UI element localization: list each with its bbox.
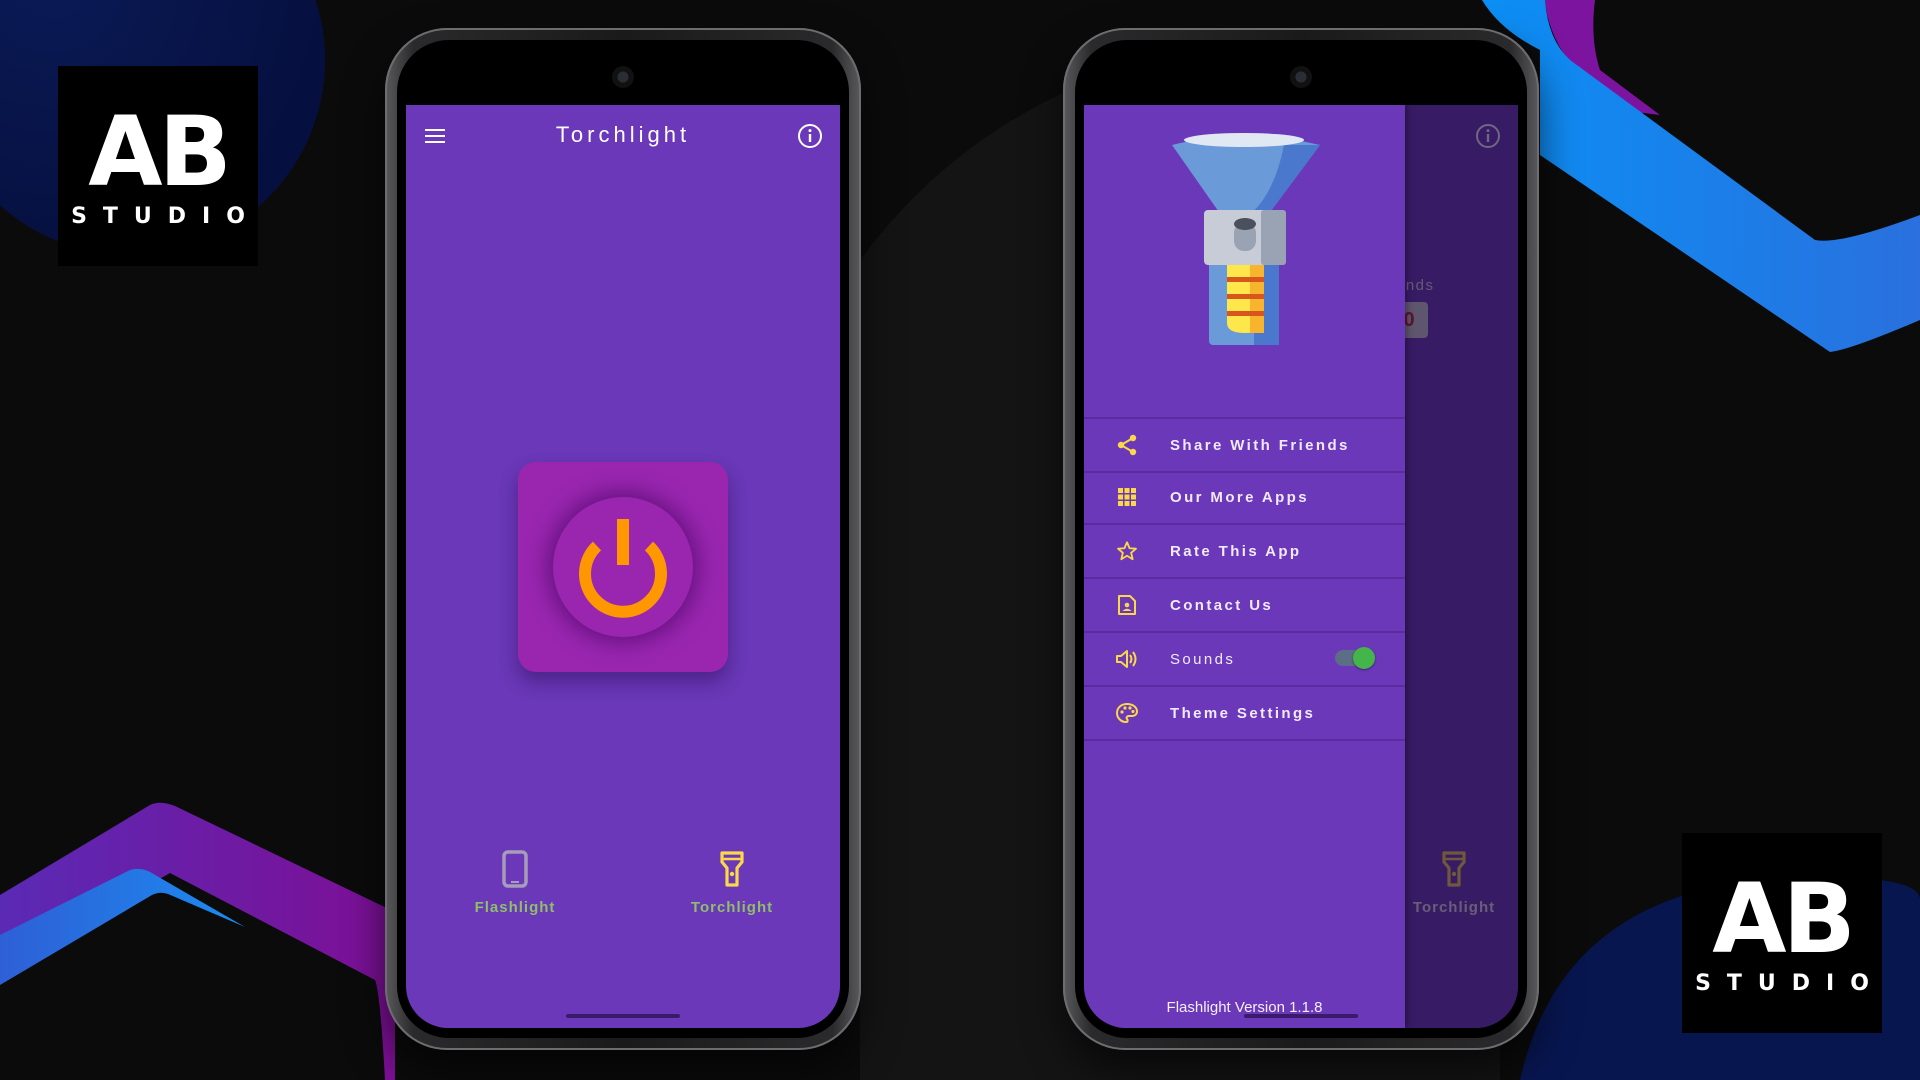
phone-left: Torchlight Flashlight Torchlight [385, 28, 861, 1050]
menu-label: Share With Friends [1170, 436, 1350, 454]
torchlight-screen: Torchlight Flashlight Torchlight [406, 105, 840, 1028]
palette-icon-wrap [1106, 702, 1148, 724]
page-title: Torchlight [555, 122, 691, 147]
nav-label-flashlight: Flashlight [474, 899, 556, 916]
power-tile [518, 462, 728, 672]
logo-subtitle: STUDIO [71, 203, 261, 229]
app-bar: Torchlight [406, 105, 840, 167]
logo-mark: AB [88, 95, 231, 208]
drawer-open-screen: onds .0 Torchlight [1084, 105, 1518, 1028]
menu-item-more-apps[interactable]: Our More Apps [1084, 471, 1405, 525]
status-bar [406, 50, 840, 105]
phone-screen: onds .0 Torchlight [1084, 50, 1518, 1028]
nav-label-torchlight: Torchlight [690, 899, 774, 916]
menu-label: Rate This App [1170, 542, 1302, 560]
phone-right: onds .0 Torchlight [1063, 28, 1539, 1050]
speaker-icon [1116, 650, 1137, 668]
ab-studio-logo-top-left: AB STUDIO [58, 66, 258, 266]
contact-card-icon [1118, 595, 1136, 615]
front-camera [1290, 66, 1312, 88]
menu-item-share[interactable]: Share With Friends [1084, 417, 1405, 473]
bottom-nav: Flashlight Torchlight [406, 850, 840, 930]
toggle-knob [1353, 647, 1375, 669]
share-icon-wrap [1106, 434, 1148, 456]
gesture-home-bar[interactable] [1244, 1014, 1358, 1018]
phone-icon [502, 850, 528, 888]
phone-screen: Torchlight Flashlight Torchlight [406, 50, 840, 1028]
star-icon-wrap [1106, 540, 1148, 562]
share-icon [1117, 434, 1137, 456]
menu-item-rate[interactable]: Rate This App [1084, 525, 1405, 579]
background-art [0, 0, 1920, 1080]
phone-bezel: Torchlight Flashlight Torchlight [397, 40, 849, 1038]
status-bar [1084, 50, 1518, 105]
menu-label: Theme Settings [1170, 704, 1316, 722]
front-camera [612, 66, 634, 88]
menu-item-theme-settings[interactable]: Theme Settings [1084, 687, 1405, 741]
power-button[interactable] [553, 497, 693, 637]
apps-grid-icon [1118, 488, 1136, 506]
menu-label: Contact Us [1170, 596, 1274, 614]
palette-icon [1115, 702, 1139, 724]
menu-label: Our More Apps [1170, 488, 1309, 506]
menu-item-sounds[interactable]: Sounds [1084, 633, 1405, 687]
torch-icon [720, 851, 744, 887]
logo-subtitle: STUDIO [1695, 970, 1885, 996]
sounds-toggle[interactable] [1335, 647, 1375, 669]
nav-item-flashlight[interactable]: Flashlight [445, 850, 585, 916]
flashlight-illustration [1172, 133, 1320, 345]
apps-grid-icon-wrap [1106, 487, 1148, 507]
power-icon [579, 519, 667, 618]
contact-card-icon-wrap [1106, 594, 1148, 616]
nav-item-torchlight[interactable]: Torchlight [662, 850, 802, 916]
gesture-home-bar[interactable] [566, 1014, 680, 1018]
info-circle-icon [798, 124, 822, 148]
logo-mark: AB [1712, 862, 1855, 975]
star-icon [1117, 541, 1137, 561]
info-button[interactable] [794, 120, 826, 152]
ab-studio-logo-bottom-right: AB STUDIO [1682, 833, 1882, 1033]
navigation-drawer: Share With Friends Our More Apps Rate Th… [1084, 105, 1405, 1028]
menu-label: Sounds [1170, 650, 1236, 668]
menu-item-contact[interactable]: Contact Us [1084, 579, 1405, 633]
speaker-icon-wrap [1106, 649, 1148, 669]
phone-bezel: onds .0 Torchlight [1075, 40, 1527, 1038]
